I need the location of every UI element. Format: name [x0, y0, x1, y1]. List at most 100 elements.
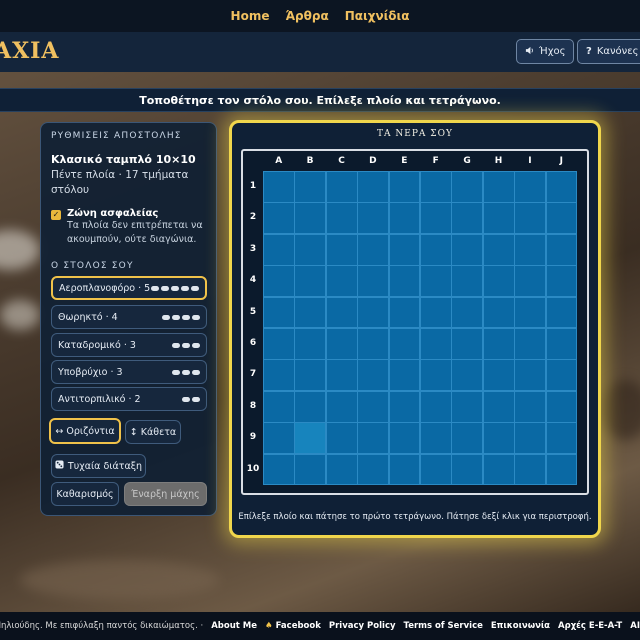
- board-cell-J10[interactable]: [545, 453, 578, 486]
- ship-cruiser[interactable]: Καταδρομικό · 3: [51, 333, 207, 357]
- nav-games-link[interactable]: Παιχνίδια: [345, 9, 410, 23]
- board-cell-A4[interactable]: [263, 265, 295, 298]
- board-cell-A6[interactable]: [263, 328, 295, 360]
- board-cell-G8[interactable]: [451, 390, 484, 423]
- board-cell-H3[interactable]: [482, 233, 515, 266]
- board-cell-H10[interactable]: [482, 453, 515, 486]
- footer-link-contact[interactable]: Επικοινωνία: [491, 621, 550, 631]
- ship-battleship[interactable]: Θωρηκτό · 4: [51, 305, 207, 329]
- board-cell-D8[interactable]: [357, 390, 390, 423]
- board-cell-J1[interactable]: [545, 171, 578, 203]
- board-cell-H6[interactable]: [482, 328, 515, 360]
- footer-link-terms[interactable]: Terms of Service: [404, 621, 483, 631]
- random-layout-button[interactable]: Τυχαία διάταξη: [51, 454, 146, 478]
- board-cell-G9[interactable]: [451, 422, 484, 455]
- board-cell-C6[interactable]: [325, 328, 358, 360]
- vertical-button[interactable]: ↕ Κάθετα: [125, 420, 181, 444]
- safety-zone-option[interactable]: ✓ Ζώνη ασφαλείας Τα πλοία δεν επιτρέπετα…: [51, 208, 206, 247]
- board-cell-D6[interactable]: [357, 328, 390, 360]
- safety-checkbox[interactable]: ✓: [51, 210, 61, 220]
- board-cell-B1[interactable]: [294, 171, 327, 203]
- board-cell-C4[interactable]: [325, 265, 358, 298]
- board-cell-A10[interactable]: [263, 453, 295, 486]
- board-cell-J2[interactable]: [545, 202, 578, 235]
- board-cell-E9[interactable]: [388, 422, 421, 455]
- board-cell-G7[interactable]: [451, 359, 484, 392]
- footer-link-privacy[interactable]: Privacy Policy: [329, 621, 396, 631]
- board-cell-A2[interactable]: [263, 202, 295, 235]
- board-cell-G5[interactable]: [451, 296, 484, 329]
- rules-button[interactable]: ? Κανόνες: [577, 39, 640, 64]
- board-cell-I7[interactable]: [514, 359, 547, 392]
- board-cell-J9[interactable]: [545, 422, 578, 455]
- board-cell-F4[interactable]: [420, 265, 452, 298]
- footer-link-eeat[interactable]: Αρχές E-E-A-T: [558, 621, 622, 631]
- board-cell-H4[interactable]: [482, 265, 515, 298]
- board-cell-D10[interactable]: [357, 453, 390, 486]
- board-cell-E7[interactable]: [388, 359, 421, 392]
- board-cell-J8[interactable]: [545, 390, 578, 423]
- footer-link-facebook[interactable]: ♠ Facebook: [265, 621, 321, 631]
- board-cell-H8[interactable]: [482, 390, 515, 423]
- board-cell-H5[interactable]: [482, 296, 515, 329]
- board-cell-B10[interactable]: [294, 453, 327, 486]
- board-cell-I3[interactable]: [514, 233, 547, 266]
- board-cell-G6[interactable]: [451, 328, 484, 360]
- ship-submarine[interactable]: Υποβρύχιο · 3: [51, 360, 207, 384]
- board-cell-H9[interactable]: [482, 422, 515, 455]
- board-cell-F3[interactable]: [420, 233, 452, 266]
- board-cell-G1[interactable]: [451, 171, 484, 203]
- board-cell-E1[interactable]: [388, 171, 421, 203]
- board-cell-D4[interactable]: [357, 265, 390, 298]
- horizontal-button[interactable]: ↔ Οριζόντια: [49, 418, 121, 444]
- board-cell-F6[interactable]: [420, 328, 452, 360]
- board-cell-B5[interactable]: [294, 296, 327, 329]
- board-cell-E4[interactable]: [388, 265, 421, 298]
- board-cell-C7[interactable]: [325, 359, 358, 392]
- board-cell-H1[interactable]: [482, 171, 515, 203]
- board-cell-F10[interactable]: [420, 453, 452, 486]
- board-cell-B3[interactable]: [294, 233, 327, 266]
- board-cell-D5[interactable]: [357, 296, 390, 329]
- board-cell-E10[interactable]: [388, 453, 421, 486]
- board-cell-J7[interactable]: [545, 359, 578, 392]
- board-cell-I5[interactable]: [514, 296, 547, 329]
- board-cell-J3[interactable]: [545, 233, 578, 266]
- board-cell-D7[interactable]: [357, 359, 390, 392]
- board-cell-B7[interactable]: [294, 359, 327, 392]
- board-cell-F9[interactable]: [420, 422, 452, 455]
- ship-carrier[interactable]: Αεροπλανοφόρο · 5: [51, 276, 207, 300]
- board-cell-C2[interactable]: [325, 202, 358, 235]
- board-cell-G2[interactable]: [451, 202, 484, 235]
- clear-button[interactable]: Καθαρισμός: [51, 482, 119, 506]
- board-cell-H2[interactable]: [482, 202, 515, 235]
- board-cell-F5[interactable]: [420, 296, 452, 329]
- board-cell-G3[interactable]: [451, 233, 484, 266]
- board-cell-H7[interactable]: [482, 359, 515, 392]
- board-cell-C5[interactable]: [325, 296, 358, 329]
- board-cell-D1[interactable]: [357, 171, 390, 203]
- nav-home-link[interactable]: Home: [231, 9, 270, 23]
- board-cell-F7[interactable]: [420, 359, 452, 392]
- board-cell-A5[interactable]: [263, 296, 295, 329]
- board-cell-A1[interactable]: [263, 171, 295, 203]
- start-battle-button[interactable]: Έναρξη μάχης: [124, 482, 207, 506]
- nav-articles-link[interactable]: Άρθρα: [285, 9, 328, 23]
- board-cell-G10[interactable]: [451, 453, 484, 486]
- board-cell-C9[interactable]: [325, 422, 358, 455]
- board-cell-A8[interactable]: [263, 390, 295, 423]
- board-cell-D2[interactable]: [357, 202, 390, 235]
- ship-destroyer[interactable]: Αντιτορπιλικό · 2: [51, 387, 207, 411]
- board-cell-E2[interactable]: [388, 202, 421, 235]
- footer-link-ai[interactable]: AI & Ανθρ: [630, 621, 640, 631]
- board-cell-A7[interactable]: [263, 359, 295, 392]
- board-cell-C1[interactable]: [325, 171, 358, 203]
- sound-button[interactable]: Ήχος: [516, 39, 575, 64]
- board-cell-A3[interactable]: [263, 233, 295, 266]
- board-cell-B9[interactable]: [294, 422, 327, 455]
- board-cell-C3[interactable]: [325, 233, 358, 266]
- board-cell-B6[interactable]: [294, 328, 327, 360]
- board-cell-I10[interactable]: [514, 453, 547, 486]
- board-cell-I2[interactable]: [514, 202, 547, 235]
- board-cell-D9[interactable]: [357, 422, 390, 455]
